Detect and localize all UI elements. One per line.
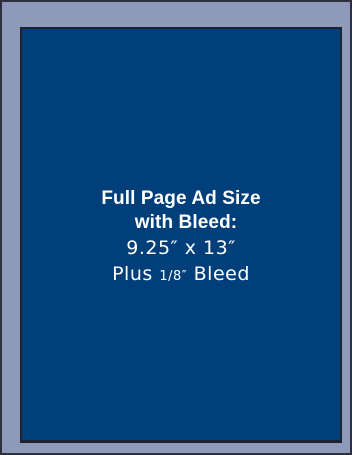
bleed-prefix: Plus — [112, 263, 153, 285]
ad-bleed-line: Plus 1/8″ Bleed — [22, 261, 340, 290]
ad-title-line1: Full Page Ad Size — [101, 188, 261, 209]
ad-size-text: Full Page Ad Size with Bleed: 9.25″ x 13… — [22, 187, 340, 290]
full-page-ad-panel: Full Page Ad Size with Bleed: 9.25″ x 13… — [20, 27, 342, 443]
bleed-amount: 1/8″ — [159, 269, 188, 284]
ad-dimensions: 9.25″ x 13″ — [126, 237, 236, 259]
ad-title-line2: with Bleed: — [134, 212, 238, 233]
bleed-suffix: Bleed — [193, 263, 250, 285]
bleed-area: Full Page Ad Size with Bleed: 9.25″ x 13… — [0, 0, 352, 455]
